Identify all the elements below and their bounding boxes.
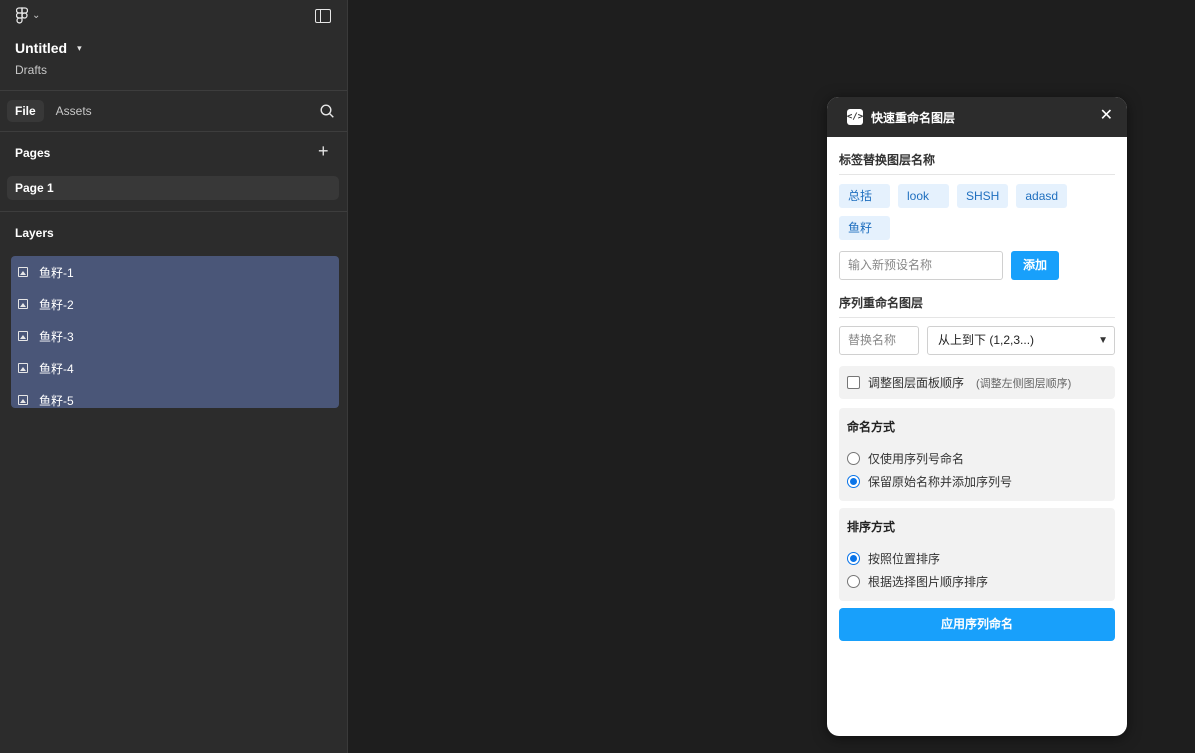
tag-chip[interactable]: look — [898, 184, 949, 208]
chevron-down-icon: ▾ — [77, 42, 82, 53]
adjust-panel-label: 调整图层面板顺序 — [868, 376, 965, 390]
naming-option-label: 保留原始名称并添加序列号 — [868, 475, 1013, 489]
layer-row[interactable]: 鱼籽-1 — [11, 256, 339, 288]
page-item[interactable]: Page 1 — [7, 176, 339, 200]
file-title: Untitled — [15, 40, 68, 56]
image-icon — [18, 267, 28, 277]
add-tag-button[interactable]: 添加 — [1011, 251, 1060, 280]
figma-logo-icon — [16, 7, 28, 24]
naming-option-label: 仅使用序列号命名 — [868, 452, 965, 466]
chevron-down-icon: ▼ — [1098, 335, 1108, 346]
adjust-panel-box: 调整图层面板顺序 (调整左侧图层顺序) — [839, 366, 1115, 399]
layer-row[interactable]: 鱼籽-4 — [11, 352, 339, 384]
radio-button[interactable] — [847, 452, 860, 465]
layers-heading: Layers — [15, 226, 54, 240]
tag-list: 总括 look SHSH adasd 鱼籽 — [839, 184, 1115, 240]
sidebar-toggle-icon[interactable] — [315, 9, 331, 23]
divider — [0, 90, 347, 91]
left-sidebar: ⌄ Untitled ▾ Drafts File Assets Pages + … — [0, 0, 348, 753]
tag-chip[interactable]: adasd — [1016, 184, 1068, 208]
sequence-section-title: 序列重命名图层 — [839, 280, 1115, 318]
layer-row[interactable]: 鱼籽-2 — [11, 288, 339, 320]
adjust-panel-hint: (调整左侧图层顺序) — [976, 377, 1072, 390]
new-tag-row: 输入新预设名称 添加 — [839, 251, 1115, 280]
sort-option[interactable]: 按照位置排序 — [847, 547, 1107, 570]
order-select[interactable]: 从上到下 (1,2,3...) ▼ — [927, 326, 1115, 355]
sort-option[interactable]: 根据选择图片顺序排序 — [847, 570, 1107, 593]
layer-label: 鱼籽-2 — [39, 297, 74, 312]
add-page-icon[interactable]: + — [318, 142, 329, 160]
image-icon — [18, 363, 28, 373]
apply-sequence-button[interactable]: 应用序列命名 — [839, 608, 1115, 641]
tag-chip[interactable]: 总括 — [839, 184, 890, 208]
layer-label: 鱼籽-3 — [39, 329, 74, 344]
tag-chip[interactable]: 鱼籽 — [839, 216, 890, 240]
radio-button[interactable] — [847, 475, 860, 488]
naming-title: 命名方式 — [847, 420, 896, 434]
plugin-body: 标签替换图层名称 总括 look SHSH adasd 鱼籽 输入新预设名称 添… — [827, 137, 1127, 641]
sort-box: 排序方式 按照位置排序 根据选择图片顺序排序 — [839, 508, 1115, 601]
new-tag-input[interactable]: 输入新预设名称 — [839, 251, 1003, 280]
tag-section-title: 标签替换图层名称 — [839, 137, 1115, 175]
radio-button[interactable] — [847, 575, 860, 588]
naming-option[interactable]: 仅使用序列号命名 — [847, 447, 1107, 470]
layer-row[interactable]: 鱼籽-5 — [11, 384, 339, 416]
plugin-title: 快速重命名图层 — [871, 110, 956, 125]
replace-name-input[interactable]: 替换名称 — [839, 326, 919, 355]
search-icon[interactable] — [320, 104, 334, 118]
order-select-value: 从上到下 (1,2,3...) — [938, 333, 1035, 347]
layer-label: 鱼籽-4 — [39, 361, 74, 376]
sequence-row: 替换名称 从上到下 (1,2,3...) ▼ — [839, 326, 1115, 355]
sidebar-tabs: File Assets — [7, 100, 100, 122]
sort-option-label: 根据选择图片顺序排序 — [868, 575, 989, 589]
divider — [0, 131, 347, 132]
tab-file[interactable]: File — [7, 100, 44, 122]
code-icon: </> — [847, 109, 863, 125]
main-menu-button[interactable]: ⌄ — [16, 7, 40, 24]
layer-label: 鱼籽-5 — [39, 393, 74, 408]
radio-button[interactable] — [847, 552, 860, 565]
plugin-header[interactable]: </> 快速重命名图层 ✕ — [827, 97, 1127, 137]
naming-option[interactable]: 保留原始名称并添加序列号 — [847, 470, 1107, 493]
image-icon — [18, 299, 28, 309]
adjust-panel-checkbox[interactable] — [847, 376, 860, 389]
naming-box: 命名方式 仅使用序列号命名 保留原始名称并添加序列号 — [839, 408, 1115, 501]
file-location[interactable]: Drafts — [15, 63, 47, 77]
file-name-button[interactable]: Untitled ▾ — [15, 40, 82, 56]
adjust-panel-option[interactable]: 调整图层面板顺序 (调整左侧图层顺序) — [847, 374, 1107, 391]
layers-list: 鱼籽-1 鱼籽-2 鱼籽-3 鱼籽-4 鱼籽-5 — [11, 256, 339, 408]
tab-assets[interactable]: Assets — [48, 100, 100, 122]
sort-option-label: 按照位置排序 — [868, 552, 941, 566]
sidebar-topbar: ⌄ — [0, 0, 347, 34]
layer-label: 鱼籽-1 — [39, 265, 74, 280]
layer-row[interactable]: 鱼籽-3 — [11, 320, 339, 352]
chevron-down-icon: ⌄ — [32, 10, 41, 21]
image-icon — [18, 331, 28, 341]
tag-chip[interactable]: SHSH — [957, 184, 1009, 208]
close-icon[interactable]: ✕ — [1100, 108, 1113, 124]
sort-title: 排序方式 — [847, 520, 896, 534]
pages-heading: Pages — [15, 146, 51, 160]
divider — [0, 211, 347, 212]
plugin-window: </> 快速重命名图层 ✕ 标签替换图层名称 总括 look SHSH adas… — [827, 97, 1127, 736]
image-icon — [18, 395, 28, 405]
